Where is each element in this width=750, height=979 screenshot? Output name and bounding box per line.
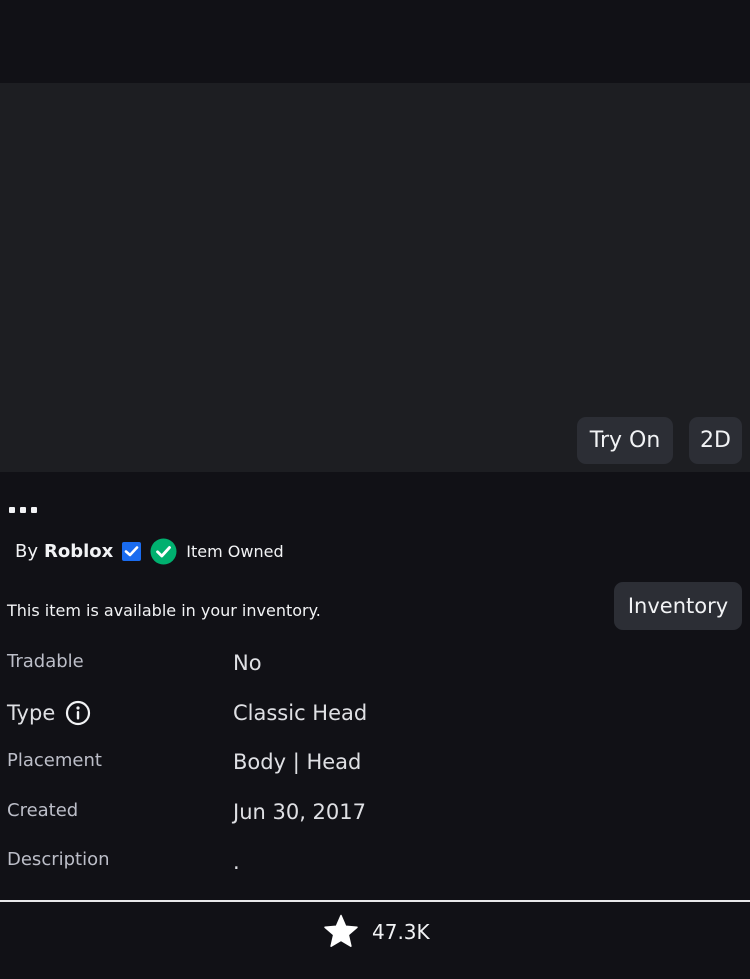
- item-preview-area[interactable]: [0, 83, 750, 472]
- dot-icon: [31, 507, 37, 513]
- check-circle-icon: [150, 538, 177, 565]
- creator-link[interactable]: Roblox: [44, 541, 113, 562]
- info-icon[interactable]: [65, 700, 91, 726]
- type-label: Type: [7, 701, 56, 725]
- favorite-count: 47.3K: [372, 920, 430, 944]
- favorite-button[interactable]: 47.3K: [322, 912, 430, 952]
- description-label: Description: [7, 849, 110, 870]
- more-options-button[interactable]: [9, 507, 39, 521]
- top-bar: [0, 0, 750, 83]
- created-value: Jun 30, 2017: [233, 800, 367, 824]
- by-label: By: [15, 540, 39, 562]
- type-value: Classic Head: [233, 701, 368, 725]
- tradable-label: Tradable: [7, 651, 84, 672]
- type-label-row: Type: [7, 700, 91, 726]
- creator-row: By Roblox Item Owned: [15, 536, 284, 566]
- description-value: .: [233, 850, 240, 874]
- divider: [0, 900, 750, 902]
- try-on-button[interactable]: Try On: [577, 417, 673, 464]
- inventory-button[interactable]: Inventory: [614, 582, 742, 630]
- inventory-message: This item is available in your inventory…: [7, 601, 321, 620]
- dot-icon: [20, 507, 26, 513]
- verified-badge-icon: [121, 541, 142, 562]
- star-icon: [322, 913, 360, 951]
- placement-value: Body | Head: [233, 750, 362, 774]
- item-owned-label: Item Owned: [186, 541, 284, 561]
- tradable-value: No: [233, 651, 262, 675]
- view-2d-button[interactable]: 2D: [689, 417, 742, 464]
- dot-icon: [9, 507, 15, 513]
- created-label: Created: [7, 800, 79, 821]
- placement-label: Placement: [7, 750, 102, 771]
